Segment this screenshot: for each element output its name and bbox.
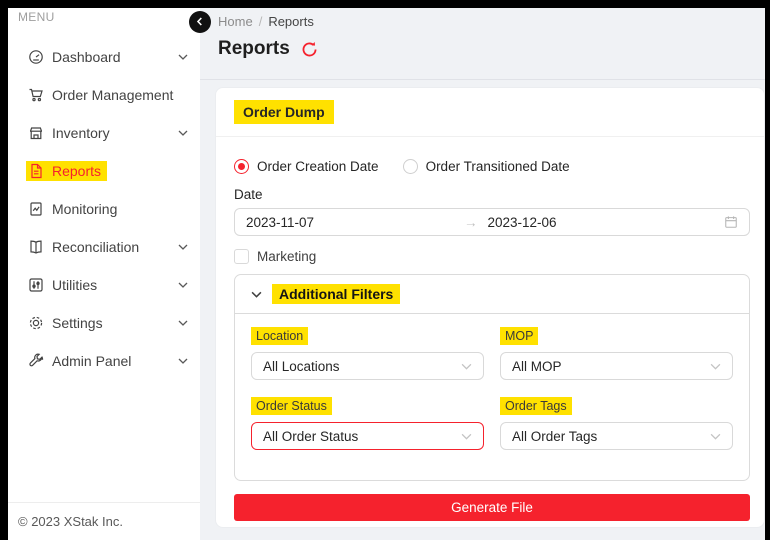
location-select[interactable]: All Locations — [251, 352, 484, 380]
date-field-label: Date — [234, 187, 750, 202]
main-area: Home / Reports Reports Order Dump — [200, 8, 765, 540]
sidebar-item-inventory[interactable]: Inventory — [8, 114, 200, 152]
checkbox-unchecked-icon[interactable] — [234, 249, 249, 264]
reload-icon[interactable] — [301, 41, 318, 58]
sidebar-item-reconciliation[interactable]: Reconciliation — [8, 228, 200, 266]
sidebar-menu-label: MENU — [8, 8, 200, 24]
select-value: All Order Status — [263, 429, 358, 444]
sidebar-item-label: Order Management — [52, 87, 173, 103]
card-body: Order Creation Date Order Transitioned D… — [216, 137, 764, 528]
breadcrumb-separator: / — [259, 14, 263, 29]
sidebar-item-label: Admin Panel — [52, 353, 131, 369]
wrench-icon — [28, 353, 44, 369]
sidebar-item-dashboard[interactable]: Dashboard — [8, 38, 200, 76]
chevron-down-icon — [251, 291, 262, 298]
order-status-select[interactable]: All Order Status — [251, 422, 484, 450]
sidebar-item-label: Monitoring — [52, 201, 117, 217]
sidebar-nav: Dashboard Order Management Inventory — [8, 38, 200, 380]
select-value: All Locations — [263, 359, 340, 374]
sidebar-item-label: Inventory — [52, 125, 110, 141]
sidebar-item-settings[interactable]: Settings — [8, 304, 200, 342]
sidebar-item-label: Reconciliation — [52, 239, 139, 255]
additional-filters-title: Additional Filters — [272, 284, 400, 304]
order-tags-select[interactable]: All Order Tags — [500, 422, 733, 450]
store-icon — [28, 125, 44, 141]
breadcrumb-current: Reports — [268, 14, 314, 29]
radio-selected-icon — [234, 159, 249, 174]
date-type-radio-group: Order Creation Date Order Transitioned D… — [234, 159, 750, 174]
card-title: Order Dump — [234, 100, 334, 124]
arrow-right-icon: → — [464, 215, 488, 230]
cart-icon — [28, 87, 44, 103]
ledger-book-icon — [28, 239, 44, 255]
card-header: Order Dump — [216, 88, 764, 137]
sidebar-item-label: Settings — [52, 315, 103, 331]
location-field: Location All Locations — [251, 327, 484, 380]
date-range-picker[interactable]: 2023-11-07 → 2023-12-06 — [234, 208, 750, 236]
chevron-down-icon — [461, 363, 472, 370]
mop-field: MOP All MOP — [500, 327, 733, 380]
chevron-down-icon — [178, 244, 188, 250]
sidebar-item-label: Utilities — [52, 277, 97, 293]
chevron-left-icon — [195, 15, 205, 30]
calendar-icon[interactable] — [724, 215, 738, 229]
sidebar: MENU Dashboard Order Management Inventor… — [8, 8, 200, 540]
order-status-field: Order Status All Order Status — [251, 397, 484, 450]
sidebar-item-utilities[interactable]: Utilities — [8, 266, 200, 304]
gear-icon — [28, 315, 44, 331]
sidebar-footer-copyright: © 2023 XStak Inc. — [8, 502, 200, 540]
sidebar-item-monitoring[interactable]: Monitoring — [8, 190, 200, 228]
location-label: Location — [251, 327, 308, 345]
radio-order-creation-date[interactable]: Order Creation Date — [234, 159, 379, 174]
sidebar-item-label: Reports — [52, 163, 101, 179]
page-header: Home / Reports Reports — [200, 8, 765, 80]
chevron-down-icon — [178, 54, 188, 60]
chevron-down-icon — [178, 320, 188, 326]
generate-file-button[interactable]: Generate File — [234, 494, 750, 521]
radio-unselected-icon — [403, 159, 418, 174]
chevron-down-icon — [710, 363, 721, 370]
order-tags-label: Order Tags — [500, 397, 572, 415]
mop-select[interactable]: All MOP — [500, 352, 733, 380]
additional-filters-panel: Additional Filters Location All Location… — [234, 274, 750, 481]
additional-filters-header[interactable]: Additional Filters — [235, 275, 749, 314]
dashboard-icon — [28, 49, 44, 65]
chevron-down-icon — [710, 433, 721, 440]
sidebar-item-admin-panel[interactable]: Admin Panel — [8, 342, 200, 380]
sliders-icon — [28, 277, 44, 293]
breadcrumb-home-link[interactable]: Home — [218, 14, 253, 29]
content-area: Order Dump Order Creation Date Order Tra… — [200, 80, 765, 540]
radio-order-transitioned-date[interactable]: Order Transitioned Date — [403, 159, 570, 174]
sidebar-collapse-button[interactable] — [189, 11, 211, 33]
chevron-down-icon — [461, 433, 472, 440]
radio-label: Order Transitioned Date — [426, 159, 570, 174]
additional-filters-body: Location All Locations MOP — [235, 314, 749, 480]
order-dump-card: Order Dump Order Creation Date Order Tra… — [215, 87, 765, 528]
order-status-label: Order Status — [251, 397, 332, 415]
order-tags-field: Order Tags All Order Tags — [500, 397, 733, 450]
sidebar-item-order-management[interactable]: Order Management — [8, 76, 200, 114]
report-file-icon — [28, 163, 44, 179]
marketing-checkbox-row[interactable]: Marketing — [234, 249, 750, 264]
app-window: MENU Dashboard Order Management Inventor… — [8, 8, 765, 540]
radio-label: Order Creation Date — [257, 159, 379, 174]
monitor-chart-icon — [28, 201, 44, 217]
sidebar-item-reports[interactable]: Reports — [8, 152, 200, 190]
breadcrumb: Home / Reports — [218, 14, 765, 29]
chevron-down-icon — [178, 282, 188, 288]
marketing-checkbox-label: Marketing — [257, 249, 316, 264]
date-range-start-value[interactable]: 2023-11-07 — [246, 215, 464, 230]
chevron-down-icon — [178, 358, 188, 364]
select-value: All MOP — [512, 359, 562, 374]
page-title: Reports — [218, 38, 290, 60]
select-value: All Order Tags — [512, 429, 597, 444]
chevron-down-icon — [178, 130, 188, 136]
date-range-end-value[interactable]: 2023-12-06 — [488, 215, 725, 230]
mop-label: MOP — [500, 327, 538, 345]
sidebar-item-label: Dashboard — [52, 49, 121, 65]
